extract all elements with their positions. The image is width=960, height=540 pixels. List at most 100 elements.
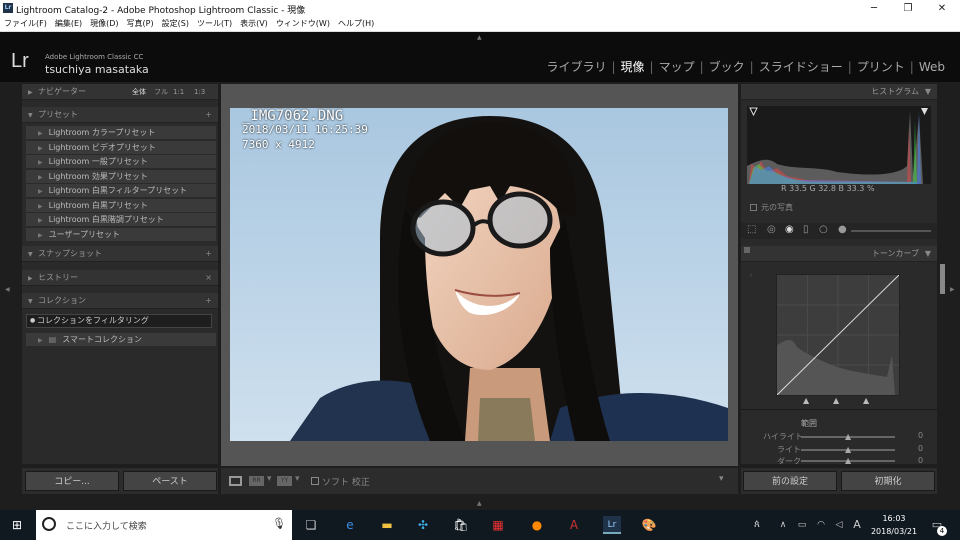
preset-folder[interactable]: ▶ Lightroom 白黒フィルタープリセット [26,184,216,198]
before-after-icon[interactable]: RR [249,476,264,486]
people-icon[interactable]: ጰ [748,516,766,534]
navigator-header[interactable]: ▶ ナビゲーター 全体 フル 1:1 1:3 [22,84,218,100]
paint-icon[interactable]: 🎨 [640,516,658,534]
store-icon[interactable]: 🛍 [452,516,470,534]
histogram-header[interactable]: ヒストグラム ▼ [741,84,937,100]
add-preset-icon[interactable]: + [205,107,212,123]
preset-folder[interactable]: ▶ Lightroom 効果プリセット [26,170,216,184]
preset-folder[interactable]: ▶ ユーザープリセット [26,228,216,242]
toolbar-menu-icon[interactable]: ▾ [719,474,724,484]
menu-help[interactable]: ヘルプ(H) [338,17,374,31]
collapse-top-icon[interactable]: ▲ [477,34,482,41]
tone-curve-header[interactable]: トーンカーブ ▼ [741,246,937,262]
soft-proof-checkbox[interactable] [311,477,319,485]
clock-date[interactable]: 2018/03/21 [866,527,922,536]
add-collection-icon[interactable]: + [205,293,212,309]
minimize-button[interactable]: ─ [857,0,891,17]
split-handle-3-icon[interactable]: ▲ [863,396,869,405]
crop-tool-icon[interactable]: ⬚ [747,224,756,235]
menu-edit[interactable]: 編集(E) [55,17,82,31]
module-book[interactable]: ブック [706,58,748,75]
image-viewer[interactable]: _IMG7062.DNG 2018/03/11 16:25:39 7360 x … [221,84,738,466]
file-explorer-icon[interactable]: ▬ [378,516,396,534]
previous-settings-button[interactable]: 前の設定 [743,471,837,491]
clock-time[interactable]: 16:03 [870,514,918,523]
original-photo-checkbox[interactable] [750,204,757,211]
snapshot-header[interactable]: ▼ スナップショット + [22,246,218,262]
module-develop[interactable]: 現像 [618,58,648,75]
ime-indicator[interactable]: A [848,516,866,534]
darks-value[interactable]: 0 [918,456,923,464]
swap-dropdown-icon[interactable]: ▾ [295,474,300,484]
collapse-bottom-icon[interactable]: ▲ [477,500,482,507]
reset-button[interactable]: 初期化 [841,471,935,491]
gift-app-icon[interactable]: ▦ [489,516,507,534]
presets-header[interactable]: ▼ プリセット + [22,107,218,123]
history-header[interactable]: ▶ ヒストリー × [22,270,218,286]
panel-switch-icon[interactable] [744,247,750,253]
collection-filter-input[interactable]: ● コレクションをフィルタリング [26,314,212,328]
maximize-button[interactable]: ❐ [891,0,925,17]
highlights-value[interactable]: 0 [918,431,923,440]
module-print[interactable]: プリント [854,58,908,75]
preset-folder[interactable]: ▶ Lightroom 白黒プリセット [26,199,216,213]
zoom-fill[interactable]: フル [154,84,168,100]
menu-settings[interactable]: 設定(S) [162,17,189,31]
menu-window[interactable]: ウィンドウ(W) [276,17,330,31]
preset-folder[interactable]: ▶ Lightroom ビデオプリセット [26,141,216,155]
microphone-icon[interactable]: 🎙 [272,517,286,530]
show-hidden-icons[interactable]: ∧ [774,516,792,534]
target-adjust-icon[interactable]: ◦ [749,272,753,280]
tone-curve-graph[interactable] [776,274,900,396]
zoom-fit[interactable]: 全体 [132,84,146,100]
lights-slider-thumb[interactable]: ▲ [845,445,851,454]
module-slideshow[interactable]: スライドショー [756,58,846,75]
copy-button[interactable]: コピー... [25,471,119,491]
add-snapshot-icon[interactable]: + [205,246,212,262]
smart-collection-item[interactable]: ▶ ▤ スマートコレクション [26,333,216,347]
menu-photo[interactable]: 写真(P) [127,17,154,31]
radial-filter-icon[interactable]: ○ [819,224,828,235]
darks-slider-thumb[interactable]: ▲ [845,456,851,465]
volume-icon[interactable]: ◁ [830,516,848,534]
split-handle-1-icon[interactable]: ▲ [803,396,809,405]
menu-file[interactable]: ファイル(F) [4,17,47,31]
module-library[interactable]: ライブラリ [543,58,609,75]
access-icon[interactable]: A [565,516,583,534]
lights-value[interactable]: 0 [918,444,923,453]
adjustment-brush-icon[interactable]: ● [838,224,847,235]
preset-folder[interactable]: ▶ Lightroom カラープリセット [26,126,216,140]
task-view-icon[interactable]: ❏ [302,516,320,534]
collapse-left-icon[interactable]: ◀ [5,286,10,293]
collections-header[interactable]: ▼ コレクション + [22,293,218,309]
lightroom-taskbar-icon[interactable]: Lr [603,516,621,534]
spot-removal-icon[interactable]: ◎ [767,224,776,235]
swap-before-after-icon[interactable]: YY [277,476,292,486]
firefox-icon[interactable]: ● [528,516,546,534]
zoom-1-3[interactable]: 1:3 [194,84,205,100]
collapse-right-icon[interactable]: ▶ [950,286,955,293]
zoom-1-1[interactable]: 1:1 [173,84,184,100]
view-dropdown-icon[interactable]: ▾ [267,474,272,484]
wifi-icon[interactable]: ◠ [812,516,830,534]
photo[interactable]: _IMG7062.DNG 2018/03/11 16:25:39 7360 x … [230,108,728,441]
preset-folder[interactable]: ▶ Lightroom 一般プリセット [26,155,216,169]
brush-slider[interactable] [851,230,931,232]
taskbar-search[interactable]: ここに入力して検索 🎙 [36,510,292,540]
module-web[interactable]: Web [916,60,948,74]
preset-folder[interactable]: ▶ Lightroom 白黒階調プリセット [26,213,216,227]
module-map[interactable]: マップ [656,58,698,75]
windows-start-icon[interactable]: ⊞ [8,516,26,534]
battery-icon[interactable]: ▭ [793,516,811,534]
clear-history-icon[interactable]: × [205,270,212,286]
edge-icon[interactable]: e [341,516,359,534]
network-app-icon[interactable]: ✣ [414,516,432,534]
menu-tools[interactable]: ツール(T) [197,17,232,31]
menu-view[interactable]: 表示(V) [240,17,268,31]
split-handle-2-icon[interactable]: ▲ [833,396,839,405]
highlights-slider-thumb[interactable]: ▲ [845,432,851,441]
loupe-view-icon[interactable] [229,476,242,486]
histogram-chart[interactable] [747,106,931,184]
close-button[interactable]: ✕ [925,0,959,17]
red-eye-icon[interactable]: ◉ [785,224,794,235]
